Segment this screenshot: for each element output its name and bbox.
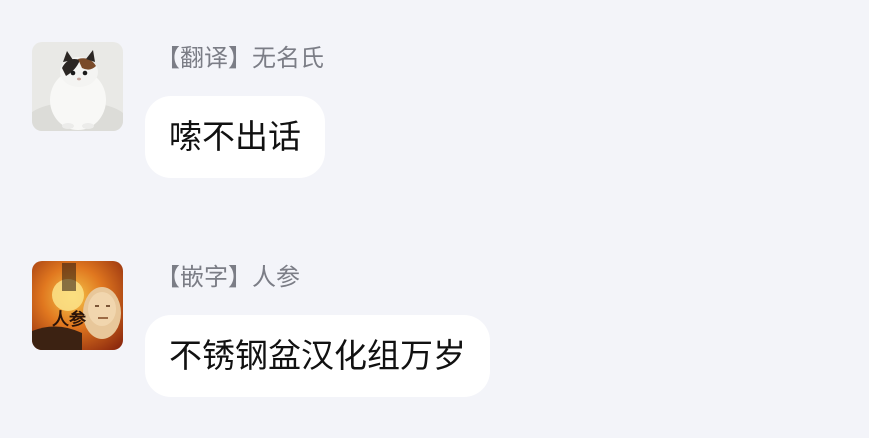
message-bubble[interactable]: 不锈钢盆汉化组万岁 — [145, 315, 490, 397]
sender-nickname: 人参 — [252, 263, 300, 291]
sender-tag: 【嵌字】 — [156, 263, 252, 291]
sender-nickname: 无名氏 — [252, 44, 324, 72]
message-bubble[interactable]: 嗦不出话 — [145, 96, 325, 178]
cat-photo-avatar[interactable] — [32, 42, 123, 131]
ginseng-poster-avatar[interactable]: 人参 — [32, 261, 123, 350]
avatar-caption: 人参 — [52, 309, 86, 330]
sender-name: 【嵌字】人参 — [156, 261, 300, 293]
sender-name: 【翻译】无名氏 — [156, 42, 324, 74]
sender-tag: 【翻译】 — [156, 44, 252, 72]
chat-window: 【翻译】无名氏 嗦不出话 人参 【嵌字】人参 不锈钢盆汉化组万岁 — [0, 0, 869, 438]
